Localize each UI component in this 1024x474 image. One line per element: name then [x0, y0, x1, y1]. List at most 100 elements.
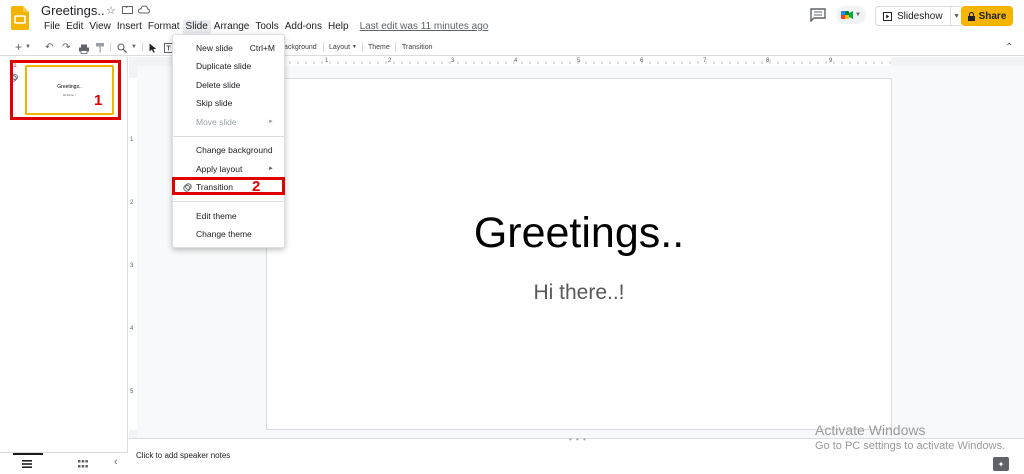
undo-icon[interactable]: ↶ [45, 40, 53, 54]
explore-icon[interactable]: ✦ [993, 457, 1009, 471]
menu-new-slide-label: New slide [196, 43, 233, 53]
menu-edit-theme[interactable]: Edit theme [173, 207, 284, 225]
collapse-toolbar-icon[interactable]: ⌃ [1005, 40, 1013, 54]
slides-logo-icon[interactable] [11, 6, 29, 30]
menu-slide[interactable]: Slide [182, 20, 211, 34]
grid-view-icon[interactable] [78, 460, 88, 468]
meet-dropdown-icon: ▼ [855, 12, 861, 18]
ruler-number: 1 [130, 137, 134, 143]
meet-button[interactable]: ▼ [836, 6, 866, 24]
toolbar: + ▼ ↶ ↷ ▼ ackground Layout ▼ Theme Trans… [0, 38, 1024, 56]
menu-view[interactable]: View [86, 20, 114, 34]
ruler-number: 3 [451, 58, 455, 64]
paint-format-icon[interactable] [96, 41, 104, 55]
ruler-number: 2 [388, 58, 392, 64]
menu-format[interactable]: Format [145, 20, 183, 34]
filmstrip: 1 Greetings.. Hi there..! 1 ‹ [0, 57, 128, 474]
menu-change-theme[interactable]: Change theme [173, 225, 284, 243]
menu-edit-theme-label: Edit theme [196, 211, 237, 221]
share-label: Share [978, 10, 1007, 22]
annotation-number-1: 1 [94, 92, 103, 109]
ruler-number: 4 [130, 326, 134, 332]
annotation-box-1 [10, 60, 121, 120]
header: Greetings.. ☆ File Edit View Insert Form… [0, 0, 1024, 38]
menu-apply-layout[interactable]: Apply layout ► [173, 160, 284, 178]
menu-divider [173, 201, 284, 202]
transition-button[interactable]: Transition [402, 40, 432, 54]
menu-change-background-label: Change background [196, 145, 273, 155]
theme-button[interactable]: Theme [368, 40, 390, 54]
ruler-number: 8 [766, 58, 770, 64]
new-slide-dropdown-icon[interactable]: ▼ [25, 40, 31, 54]
menu-skip-slide-label: Skip slide [196, 98, 233, 108]
slide-menu-dropdown: New slide Ctrl+M Duplicate slide Delete … [172, 34, 285, 248]
move-folder-icon[interactable] [122, 5, 133, 14]
slide-title[interactable]: Greetings.. [267, 209, 891, 258]
layout-label: Layout [329, 43, 351, 51]
activation-watermark-title: Activate Windows [815, 422, 926, 438]
menu-insert[interactable]: Insert [114, 20, 145, 34]
vertical-ruler[interactable]: 1 2 3 4 5 [129, 66, 137, 438]
view-switcher: ‹ [0, 452, 128, 474]
slide-subtitle[interactable]: Hi there..! [267, 281, 891, 305]
menu-add-ons[interactable]: Add-ons [282, 20, 325, 34]
notes-resize-handle[interactable]: • • • [569, 435, 587, 444]
menu-new-slide[interactable]: New slide Ctrl+M [173, 39, 284, 57]
menu-duplicate-slide-label: Duplicate slide [196, 61, 252, 71]
ruler-number: 2 [130, 200, 134, 206]
filmstrip-view-icon[interactable] [22, 460, 32, 468]
comment-history-icon[interactable] [810, 8, 826, 22]
slideshow-label: Slideshow [897, 10, 943, 22]
annotation-number-2: 2 [252, 178, 261, 195]
menu-duplicate-slide[interactable]: Duplicate slide [173, 57, 284, 75]
menu-help[interactable]: Help [325, 20, 352, 34]
view-active-indicator [13, 453, 43, 455]
menu-move-slide[interactable]: Move slide ► [173, 113, 284, 131]
menu-delete-slide[interactable]: Delete slide [173, 76, 284, 94]
redo-icon[interactable]: ↷ [62, 40, 70, 54]
ruler-number: 3 [130, 263, 134, 269]
submenu-arrow-icon: ► [268, 166, 274, 172]
submenu-arrow-icon: ► [268, 119, 274, 125]
collapse-filmstrip-icon[interactable]: ‹ [114, 456, 118, 468]
speaker-notes-placeholder[interactable]: Click to add speaker notes [136, 451, 230, 460]
menu-change-theme-label: Change theme [196, 229, 252, 239]
new-slide-icon[interactable]: + [15, 40, 22, 54]
menu-edit[interactable]: Edit [63, 20, 86, 34]
present-icon [883, 11, 892, 21]
print-icon[interactable] [79, 42, 89, 56]
last-edit-link[interactable]: Last edit was 11 minutes ago [360, 20, 489, 34]
menu-change-background[interactable]: Change background [173, 141, 284, 159]
ruler-number: 5 [130, 389, 134, 395]
background-button[interactable]: ackground [284, 40, 317, 54]
ruler-number: 9 [829, 58, 833, 64]
ruler-number: 5 [577, 58, 581, 64]
slideshow-button[interactable]: Slideshow [876, 7, 951, 25]
share-button[interactable]: Share [961, 6, 1013, 26]
star-icon[interactable]: ☆ [106, 4, 116, 17]
ruler-page-area [129, 78, 137, 430]
annotation-box-2 [172, 177, 285, 195]
lock-icon [967, 11, 975, 21]
layout-dropdown-icon: ▼ [352, 44, 357, 50]
zoom-icon[interactable] [117, 41, 127, 55]
menu-file[interactable]: File [41, 20, 63, 34]
menu-divider [173, 136, 284, 137]
activation-watermark-subtitle: Go to PC settings to activate Windows. [815, 440, 1006, 452]
document-title[interactable]: Greetings.. [41, 3, 105, 18]
menu-skip-slide[interactable]: Skip slide [173, 94, 284, 112]
layout-button[interactable]: Layout ▼ [329, 40, 357, 54]
zoom-dropdown-icon[interactable]: ▼ [131, 40, 137, 54]
menu-delete-slide-label: Delete slide [196, 80, 241, 90]
slideshow-group: Slideshow ▼ [875, 6, 964, 26]
menu-apply-layout-label: Apply layout [196, 164, 243, 174]
ruler-number: 1 [325, 58, 329, 64]
ruler-number: 6 [640, 58, 644, 64]
select-cursor-icon[interactable] [149, 41, 157, 55]
cloud-status-icon[interactable] [138, 5, 150, 14]
ruler-number: 4 [514, 58, 518, 64]
meet-icon [841, 11, 854, 19]
menu-tools[interactable]: Tools [252, 20, 281, 34]
menu-arrange[interactable]: Arrange [211, 20, 253, 34]
slide[interactable]: Greetings.. Hi there..! [266, 78, 892, 430]
